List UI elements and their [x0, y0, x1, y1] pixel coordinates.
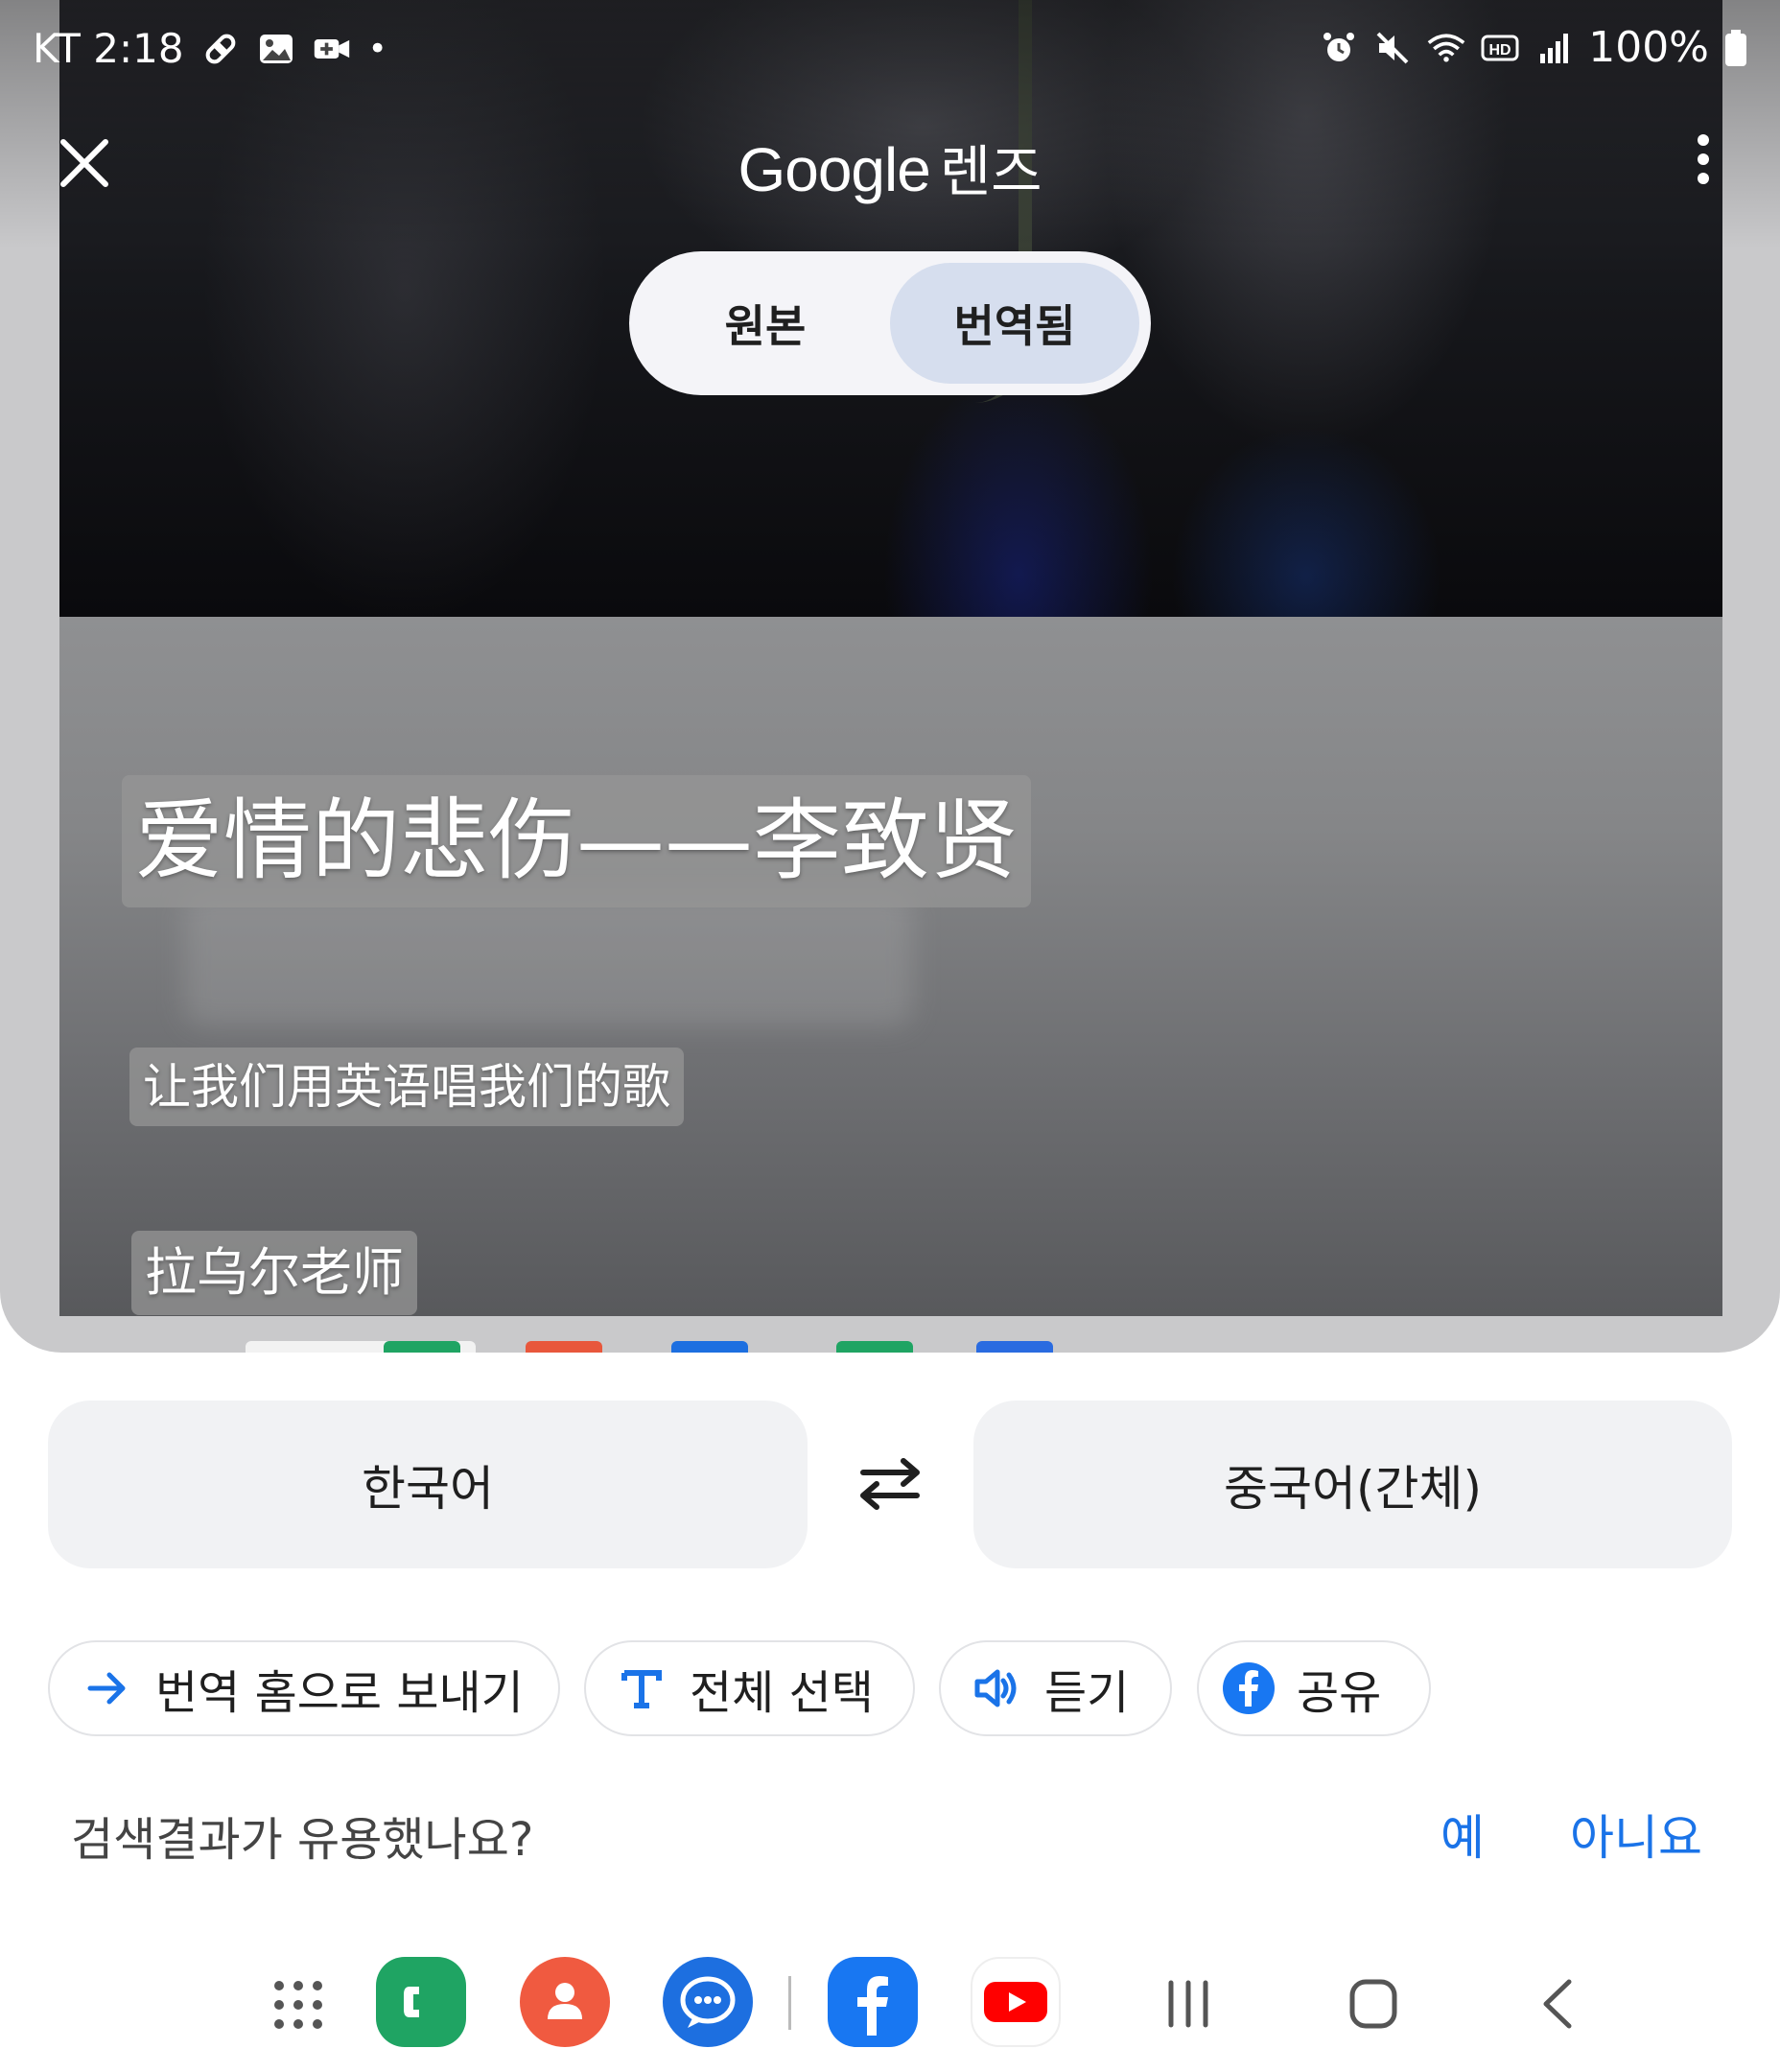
battery-percent: 100% [1588, 23, 1709, 72]
signal-icon [1540, 33, 1569, 63]
nav-divider [788, 1976, 791, 2030]
text-t-icon [615, 1661, 668, 1715]
mute-icon [1376, 32, 1409, 63]
bandage-icon [205, 34, 235, 63]
status-bar: KT 2:18 • HD 100% [0, 0, 1780, 96]
back-icon[interactable] [1540, 1978, 1575, 2030]
facebook-icon [1222, 1661, 1276, 1715]
translated-text-author[interactable]: 拉乌尔老师 [131, 1231, 417, 1315]
tab-original[interactable]: 원본 [641, 263, 890, 384]
alarm-icon [1323, 32, 1355, 61]
video-call-icon [314, 38, 349, 59]
speaker-icon [970, 1661, 1023, 1715]
feedback-question: 검색결과가 유용했나요? [71, 1813, 534, 1867]
chip-label: 공유 [1297, 1666, 1382, 1720]
hd-icon: HD [1481, 35, 1519, 60]
messages-app-icon[interactable] [663, 1957, 753, 2047]
chip-label: 듣기 [1044, 1666, 1130, 1720]
home-icon[interactable] [1348, 1978, 1398, 2030]
app-drawer-icon[interactable] [271, 1978, 325, 2032]
contacts-app-icon[interactable] [520, 1957, 610, 2047]
phone-app-icon[interactable] [376, 1957, 466, 2047]
translated-text-subtitle[interactable]: 让我们用英语唱我们的歌 [129, 1048, 684, 1126]
recents-icon[interactable] [1165, 1979, 1211, 2029]
lens-label: 렌즈 [939, 139, 1042, 204]
listen-button[interactable]: 듣기 [939, 1640, 1172, 1736]
translated-text-title[interactable]: 爱情的悲伤——李致贤 [122, 775, 1032, 907]
gallery-icon [259, 34, 293, 63]
svg-text:HD: HD [1489, 42, 1511, 59]
youtube-app-icon[interactable] [971, 1957, 1061, 2047]
wifi-icon [1427, 33, 1465, 62]
feedback-no-button[interactable]: 아니요 [1570, 1800, 1702, 1869]
send-to-translate-button[interactable]: 번역 홈으로 보내기 [48, 1640, 560, 1736]
target-language-button[interactable]: 중국어(간체) [973, 1401, 1732, 1568]
tab-translated[interactable]: 번역됨 [890, 263, 1139, 384]
dot-icon: • [367, 29, 387, 68]
battery-icon [1725, 29, 1746, 66]
select-all-button[interactable]: 전체 선택 [584, 1640, 915, 1736]
chip-label: 전체 선택 [690, 1666, 874, 1720]
google-brand: Google [738, 135, 930, 204]
page-title: Google 렌즈 [0, 127, 1780, 207]
source-language-button[interactable]: 한국어 [48, 1401, 808, 1568]
arrow-right-icon [81, 1661, 134, 1715]
facebook-app-icon[interactable] [828, 1957, 918, 2047]
share-button[interactable]: 공유 [1197, 1640, 1431, 1736]
feedback-yes-button[interactable]: 예 [1440, 1800, 1485, 1869]
more-vert-icon[interactable] [1694, 134, 1713, 192]
chip-label: 번역 홈으로 보내기 [155, 1666, 524, 1720]
swap-arrows-icon[interactable] [854, 1453, 926, 1515]
image-viewer: 爱情的悲伤——李致贤 让我们用英语唱我们的歌 拉乌尔老师 KT 2:18 • H… [0, 0, 1780, 1353]
view-toggle: 원본 번역됨 [629, 251, 1151, 395]
carrier-time: KT 2:18 [33, 25, 184, 72]
